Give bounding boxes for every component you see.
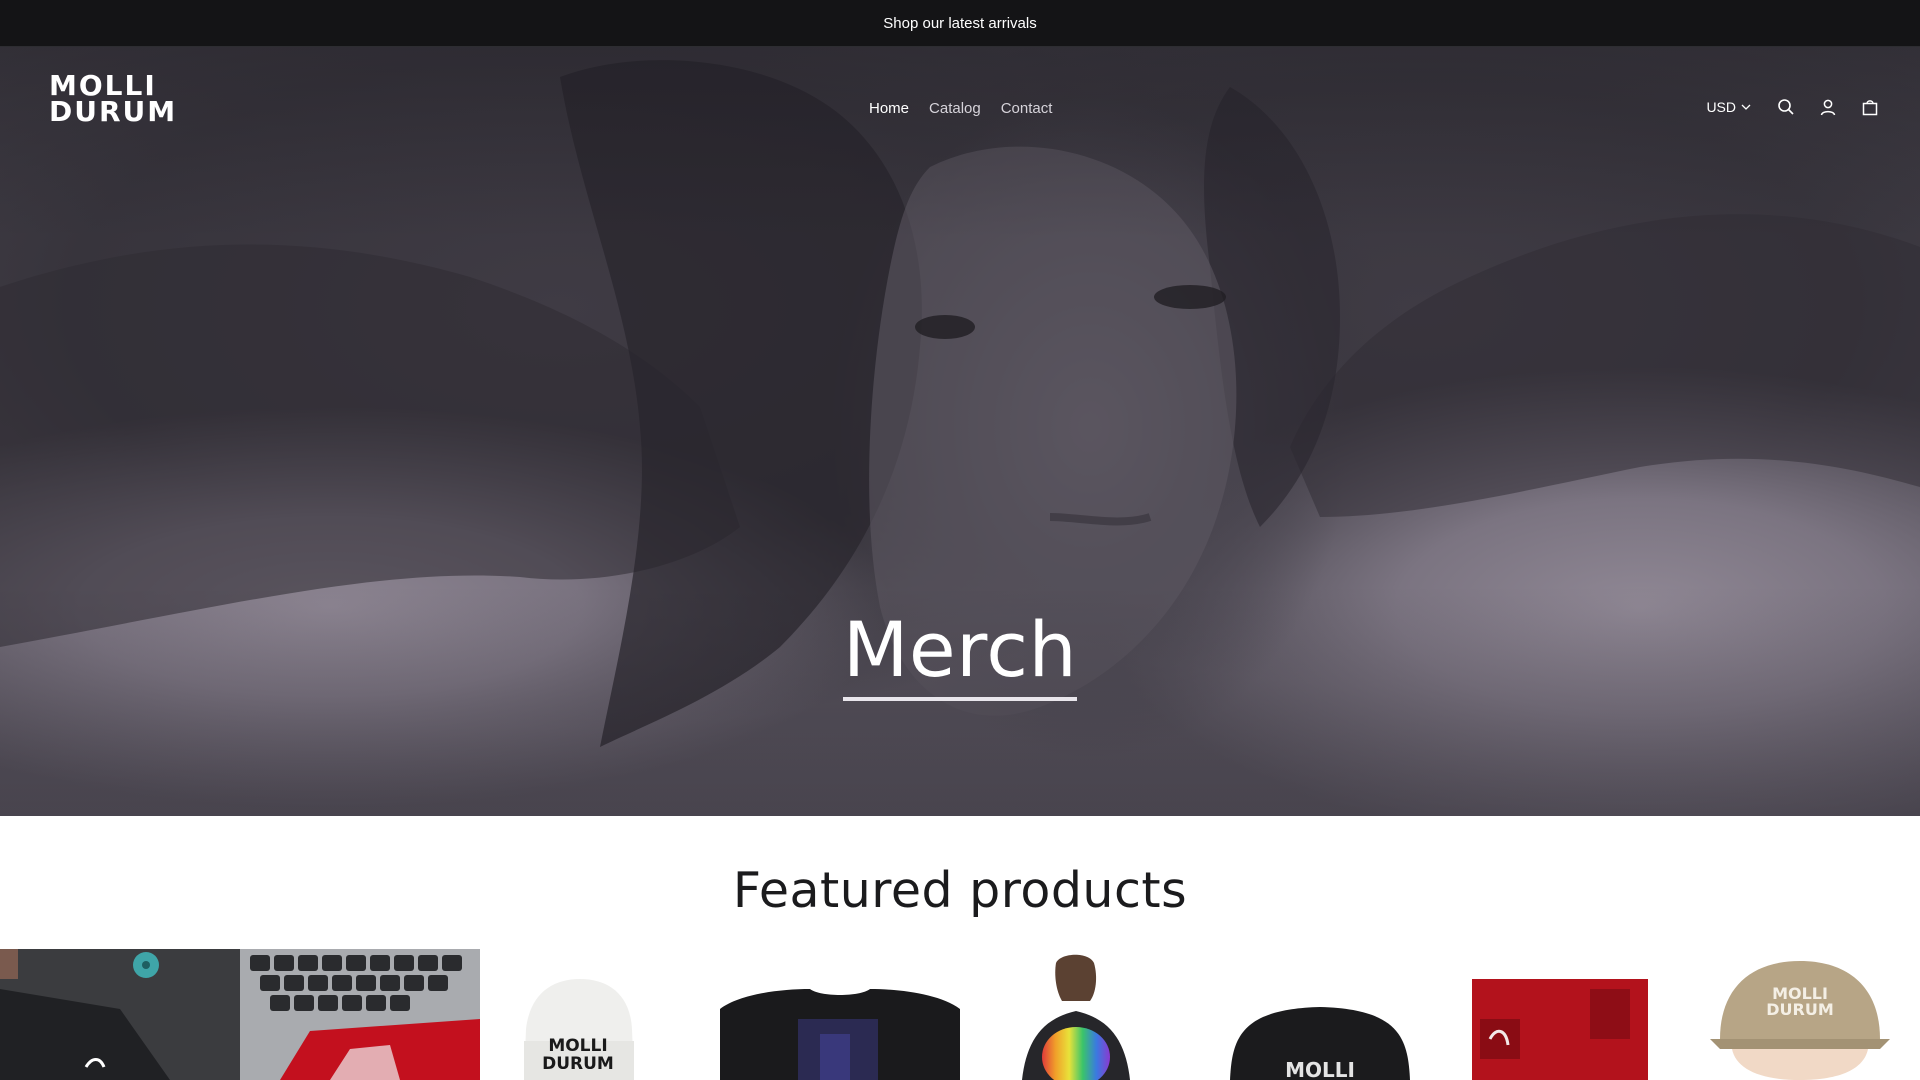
search-icon[interactable]	[1776, 97, 1796, 117]
currency-selector[interactable]: USD	[1706, 99, 1752, 115]
nav-home[interactable]: Home	[869, 100, 909, 117]
header-tools: USD	[1706, 97, 1880, 117]
product-card-rainbow-top[interactable]	[960, 949, 1200, 1080]
bucket-hat-logo-text: MOLLI	[1285, 1058, 1355, 1080]
product-card-black-jacket[interactable]	[720, 949, 960, 1080]
nav-catalog[interactable]: Catalog	[929, 100, 981, 117]
announcement-text: Shop our latest arrivals	[883, 14, 1037, 32]
account-icon[interactable]	[1818, 97, 1838, 117]
main-nav: Home Catalog Contact	[869, 100, 1052, 117]
product-card-laptop-sticker[interactable]	[240, 949, 480, 1080]
svg-text:DURUM: DURUM	[542, 1054, 614, 1074]
svg-text:DURUM: DURUM	[1766, 1000, 1834, 1019]
chevron-down-icon	[1740, 101, 1752, 113]
product-card-black-bucket-hat[interactable]: MOLLI	[1200, 949, 1440, 1080]
featured-heading: Featured products	[732, 862, 1188, 919]
logo-line-2: DURUM	[49, 95, 178, 128]
site-header: MOLLI DURUM Home Catalog Contact USD	[0, 47, 1920, 172]
product-card-sticker-dark[interactable]	[0, 949, 240, 1080]
hero-title[interactable]: Merch	[842, 605, 1078, 701]
announcement-bar: Shop our latest arrivals	[0, 0, 1920, 47]
hero-title-wrap: Merch	[0, 605, 1920, 701]
cart-icon[interactable]	[1860, 97, 1880, 117]
currency-label: USD	[1706, 99, 1736, 115]
brand-logo[interactable]: MOLLI DURUM	[49, 72, 178, 129]
nav-contact[interactable]: Contact	[1001, 100, 1053, 117]
product-card-red-print[interactable]	[1440, 949, 1680, 1080]
product-card-tan-cap[interactable]: MOLLI DURUM	[1680, 949, 1920, 1080]
beanie-logo-text: MOLLI	[548, 1036, 607, 1056]
product-card-white-beanie[interactable]: MOLLI DURUM	[480, 949, 720, 1080]
featured-product-grid: MOLLI DURUM MOLLI MOLLI DURUM	[0, 949, 1920, 1080]
